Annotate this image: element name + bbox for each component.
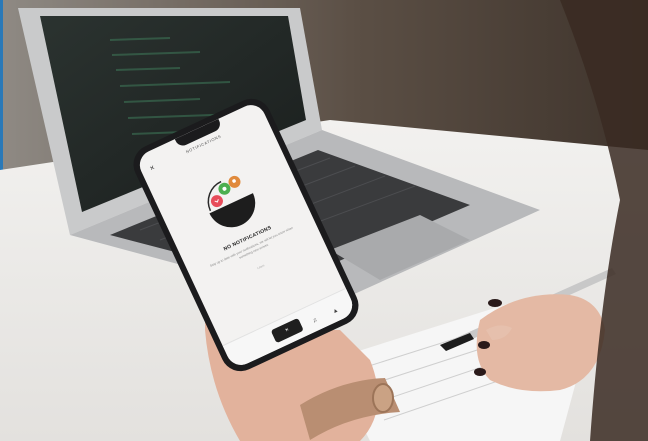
bell-icon[interactable]: ♫ xyxy=(312,317,319,324)
user-icon[interactable]: ▲ xyxy=(332,307,340,315)
close-icon[interactable]: × xyxy=(270,317,304,344)
background xyxy=(0,0,648,441)
photo-scene: × NOTIFICATIONS NO NOTIFICATIONS Stay up… xyxy=(0,0,648,441)
heart-badge-icon xyxy=(210,195,223,208)
